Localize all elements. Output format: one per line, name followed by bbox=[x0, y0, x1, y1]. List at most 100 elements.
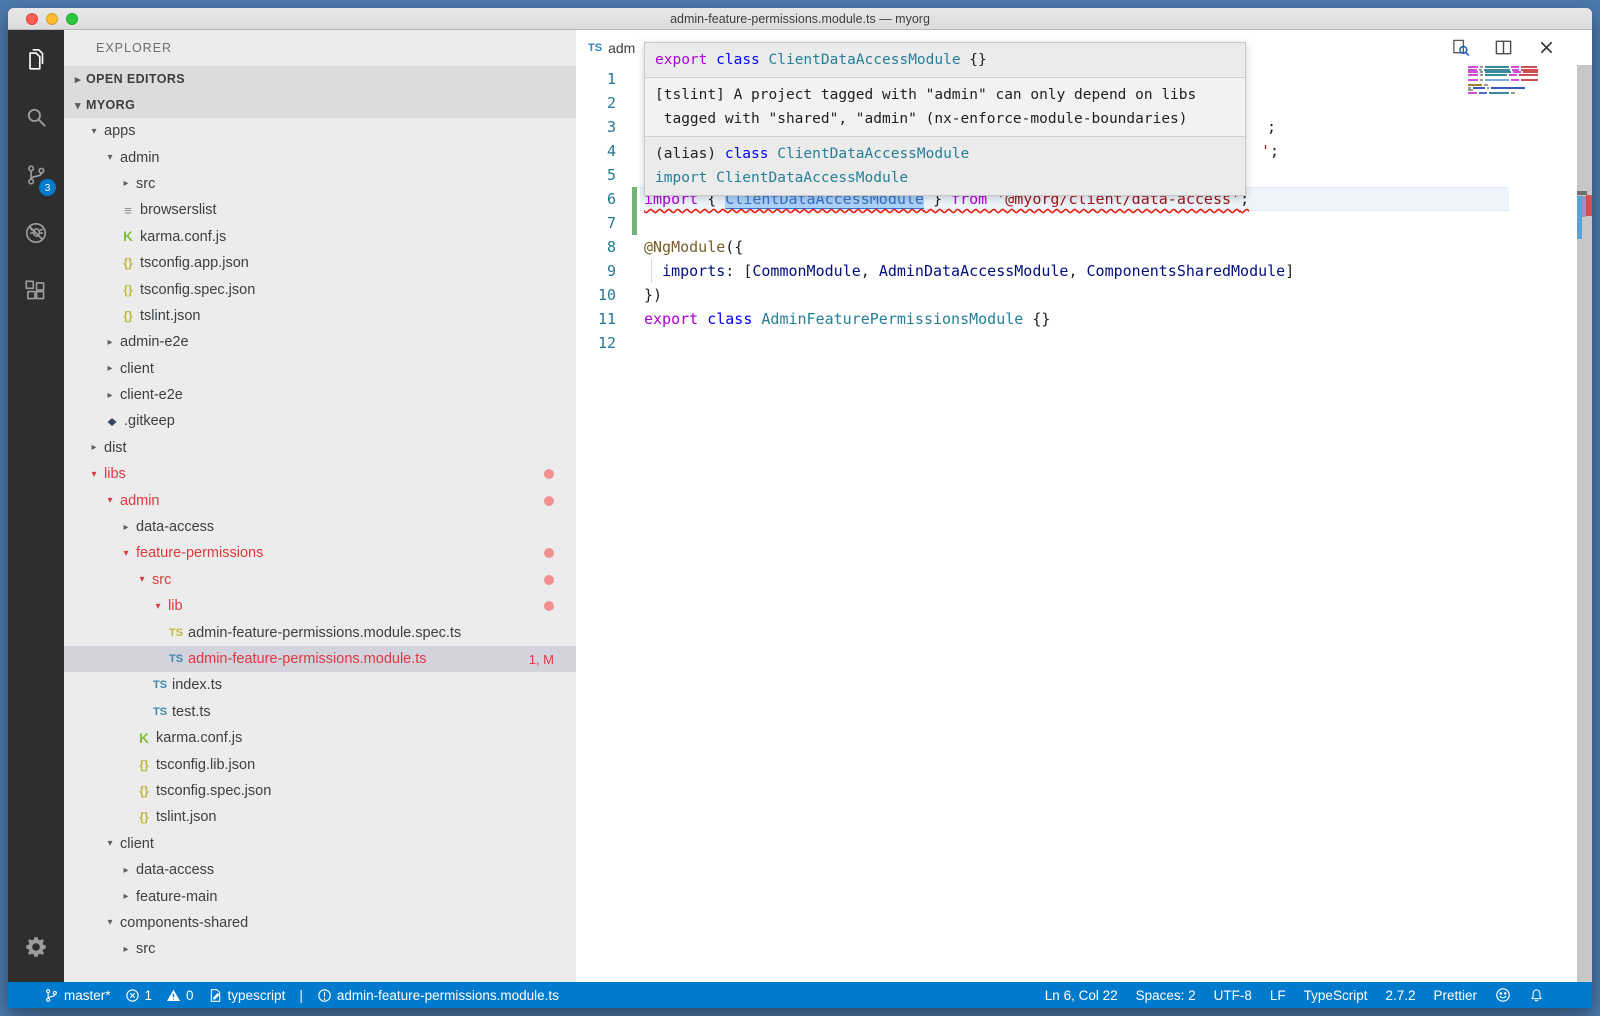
line-number[interactable]: 11 bbox=[576, 307, 616, 331]
line-number[interactable]: 9 bbox=[576, 259, 616, 283]
tree-item-test-ts[interactable]: TStest.ts bbox=[64, 699, 576, 725]
twisty-open-icon[interactable]: ▾ bbox=[134, 574, 150, 585]
status-item-excl[interactable]: admin-feature-permissions.module.ts bbox=[317, 988, 559, 1003]
tree-item-feature-permissions[interactable]: ▾feature-permissions bbox=[64, 540, 576, 566]
code-line-8[interactable]: @NgModule({ bbox=[644, 235, 1592, 259]
split-editor-icon[interactable] bbox=[1493, 38, 1513, 58]
overview-ruler[interactable] bbox=[1577, 65, 1592, 982]
status-item-error[interactable]: 1 bbox=[125, 988, 153, 1003]
code-line-9[interactable]: imports: [CommonModule, AdminDataAccessM… bbox=[644, 259, 1592, 283]
tree-item-feature-main[interactable]: ▸feature-main bbox=[64, 883, 576, 909]
code-line-12[interactable] bbox=[644, 331, 1592, 355]
twisty-closed-icon[interactable]: ▸ bbox=[118, 944, 134, 955]
twisty-closed-icon[interactable]: ▸ bbox=[102, 337, 118, 348]
tree-item-libs[interactable]: ▾libs bbox=[64, 461, 576, 487]
explorer-icon[interactable] bbox=[8, 30, 64, 88]
tree-item-admin-e2e[interactable]: ▸admin-e2e bbox=[64, 329, 576, 355]
close-icon[interactable] bbox=[1536, 38, 1556, 58]
settings-gear-icon[interactable] bbox=[8, 918, 64, 976]
tree-item-apps[interactable]: ▾apps bbox=[64, 118, 576, 144]
zoom-window-button[interactable] bbox=[66, 13, 78, 25]
twisty-open-icon[interactable]: ▾ bbox=[102, 495, 118, 506]
tree-item-src[interactable]: ▾src bbox=[64, 567, 576, 593]
line-number[interactable]: 7 bbox=[576, 211, 616, 235]
minimize-window-button[interactable] bbox=[46, 13, 58, 25]
tree-item-src[interactable]: ▸src bbox=[64, 171, 576, 197]
tree-item-tsconfig-app-json[interactable]: {}tsconfig.app.json bbox=[64, 250, 576, 276]
tree-item-data-access[interactable]: ▸data-access bbox=[64, 514, 576, 540]
tree-item-tsconfig-spec-json[interactable]: {}tsconfig.spec.json bbox=[64, 778, 576, 804]
tree-item-tslint-json[interactable]: {}tslint.json bbox=[64, 303, 576, 329]
tree-item-karma-conf-js[interactable]: Kkarma.conf.js bbox=[64, 725, 576, 751]
tree-item--gitkeep[interactable]: ◆.gitkeep bbox=[64, 408, 576, 434]
twisty-closed-icon[interactable]: ▸ bbox=[102, 363, 118, 374]
source-control-icon[interactable]: 3 bbox=[8, 146, 64, 204]
status-item[interactable]: UTF-8 bbox=[1214, 988, 1252, 1003]
twisty-open-icon[interactable]: ▾ bbox=[102, 917, 118, 928]
open-changes-icon[interactable] bbox=[1450, 38, 1470, 58]
status-item[interactable]: TypeScript bbox=[1304, 988, 1368, 1003]
code-editor[interactable]: 123456789101112 ;';import { ClientDataAc… bbox=[576, 65, 1592, 982]
status-item-branch[interactable]: master* bbox=[44, 988, 111, 1003]
tree-item-admin-feature-permissions-module-spec-ts[interactable]: TSadmin-feature-permissions.module.spec.… bbox=[64, 619, 576, 645]
twisty-open-icon[interactable]: ▾ bbox=[102, 838, 118, 849]
code-line-10[interactable]: }) bbox=[644, 283, 1592, 307]
tree-item-index-ts[interactable]: TSindex.ts bbox=[64, 672, 576, 698]
status-item[interactable]: Ln 6, Col 22 bbox=[1045, 988, 1118, 1003]
tree-item-data-access[interactable]: ▸data-access bbox=[64, 857, 576, 883]
tree-item-tsconfig-spec-json[interactable]: {}tsconfig.spec.json bbox=[64, 276, 576, 302]
section-myorg[interactable]: ▾ MYORG bbox=[64, 92, 576, 118]
tree-item-lib[interactable]: ▾lib bbox=[64, 593, 576, 619]
status-item[interactable]: Spaces: 2 bbox=[1136, 988, 1196, 1003]
status-item[interactable]: Prettier bbox=[1433, 988, 1477, 1003]
twisty-closed-icon[interactable]: ▸ bbox=[118, 178, 134, 189]
extensions-icon[interactable] bbox=[8, 262, 64, 320]
line-number[interactable]: 12 bbox=[576, 331, 616, 355]
line-number[interactable]: 4 bbox=[576, 139, 616, 163]
twisty-closed-icon[interactable]: ▸ bbox=[118, 891, 134, 902]
twisty-open-icon[interactable]: ▾ bbox=[150, 601, 166, 612]
line-number[interactable]: 8 bbox=[576, 235, 616, 259]
tree-item-client[interactable]: ▸client bbox=[64, 356, 576, 382]
tree-item-karma-conf-js[interactable]: Kkarma.conf.js bbox=[64, 224, 576, 250]
tree-item-tslint-json[interactable]: {}tslint.json bbox=[64, 804, 576, 830]
twisty-open-icon[interactable]: ▾ bbox=[102, 152, 118, 163]
twisty-closed-icon[interactable]: ▸ bbox=[102, 390, 118, 401]
status-item-smiley[interactable] bbox=[1495, 987, 1511, 1003]
status-item-warning[interactable]: 0 bbox=[166, 988, 194, 1003]
tree-item-src[interactable]: ▸src bbox=[64, 936, 576, 962]
twisty-open-icon[interactable]: ▾ bbox=[118, 548, 134, 559]
status-item-lint[interactable]: typescript bbox=[208, 988, 286, 1003]
line-number[interactable]: 1 bbox=[576, 67, 616, 91]
tree-item-components-shared[interactable]: ▾components-shared bbox=[64, 910, 576, 936]
code-line-7[interactable] bbox=[644, 211, 1592, 235]
twisty-open-icon[interactable]: ▾ bbox=[86, 126, 102, 137]
tree-item-tsconfig-lib-json[interactable]: {}tsconfig.lib.json bbox=[64, 751, 576, 777]
debug-icon[interactable] bbox=[8, 204, 64, 262]
tree-item-admin[interactable]: ▾admin bbox=[64, 487, 576, 513]
tree-item-client[interactable]: ▾client bbox=[64, 831, 576, 857]
tree-item-client-e2e[interactable]: ▸client-e2e bbox=[64, 382, 576, 408]
minimap[interactable] bbox=[1468, 66, 1538, 100]
search-icon[interactable] bbox=[8, 88, 64, 146]
line-number[interactable]: 6 bbox=[576, 187, 616, 211]
status-item-bell[interactable] bbox=[1529, 988, 1544, 1003]
close-window-button[interactable] bbox=[26, 13, 38, 25]
twisty-closed-icon[interactable]: ▸ bbox=[118, 865, 134, 876]
tree-item-admin-feature-permissions-module-ts[interactable]: TSadmin-feature-permissions.module.ts1, … bbox=[64, 646, 576, 672]
tree-item-browserslist[interactable]: ≡browserslist bbox=[64, 197, 576, 223]
twisty-open-icon[interactable]: ▾ bbox=[86, 469, 102, 480]
twisty-closed-icon[interactable]: ▸ bbox=[86, 442, 102, 453]
line-number[interactable]: 2 bbox=[576, 91, 616, 115]
line-number[interactable]: 10 bbox=[576, 283, 616, 307]
twisty-closed-icon[interactable]: ▸ bbox=[118, 522, 134, 533]
line-number[interactable]: 3 bbox=[576, 115, 616, 139]
code-line-11[interactable]: export class AdminFeaturePermissionsModu… bbox=[644, 307, 1592, 331]
tab-admin-feature-permissions[interactable]: TS adm bbox=[588, 30, 635, 65]
line-number[interactable]: 5 bbox=[576, 163, 616, 187]
status-item[interactable]: 2.7.2 bbox=[1385, 988, 1415, 1003]
section-open-editors[interactable]: ▸ OPEN EDITORS bbox=[64, 66, 576, 92]
status-item[interactable]: LF bbox=[1270, 988, 1286, 1003]
tree-item-admin[interactable]: ▾admin bbox=[64, 144, 576, 170]
line-number-gutter[interactable]: 123456789101112 bbox=[576, 67, 616, 355]
